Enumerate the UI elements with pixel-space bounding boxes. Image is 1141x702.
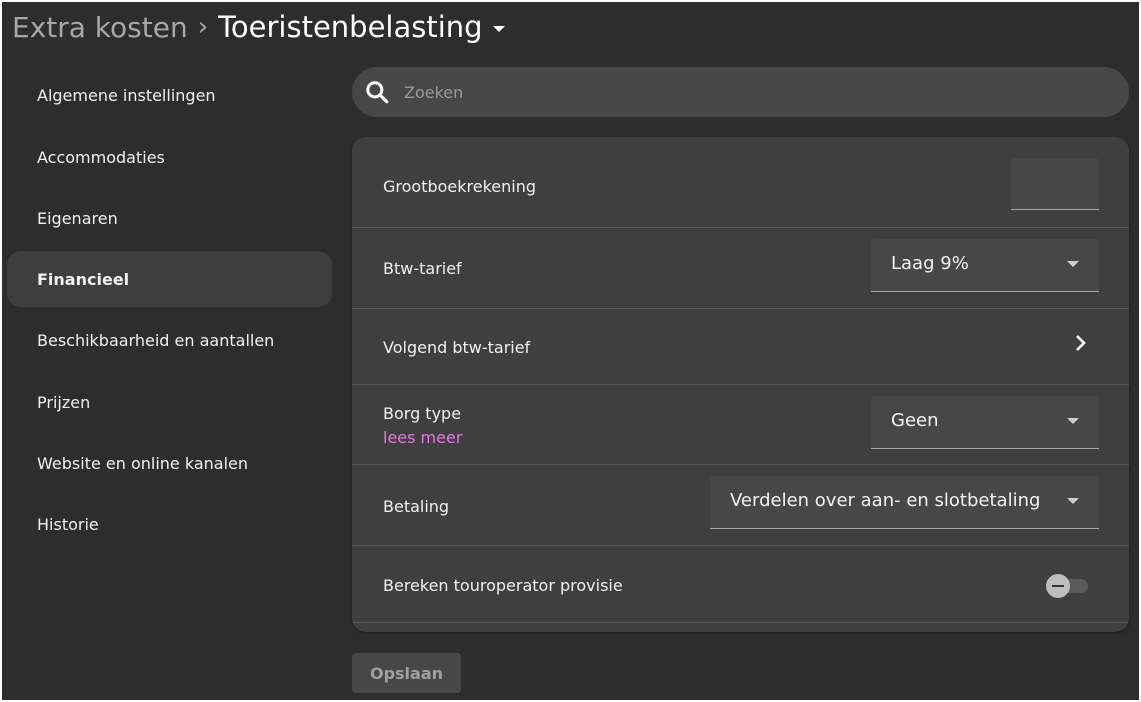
page-title[interactable]: Toeristenbelasting (218, 10, 482, 44)
chevron-down-icon[interactable] (492, 25, 505, 32)
sidebar-item-algemene-instellingen[interactable]: Algemene instellingen (7, 67, 332, 123)
sidebar-item-label: Prijzen (37, 392, 91, 412)
sidebar-item-website[interactable]: Website en online kanalen (7, 435, 332, 491)
ledger-field[interactable] (1011, 158, 1099, 210)
chevron-down-icon (1067, 261, 1079, 267)
commission-toggle[interactable] (1046, 572, 1096, 600)
sidebar-item-label: Eigenaren (37, 208, 118, 228)
sidebar-item-label: Accommodaties (37, 147, 165, 167)
ledger-row: Grootboekrekening (352, 137, 1129, 228)
payment-select[interactable]: Verdelen over aan- en slotbetaling (710, 476, 1099, 529)
sidebar-item-historie[interactable]: Historie (7, 496, 332, 552)
deposit-select-value: Geen (891, 410, 939, 431)
sidebar-item-accommodaties[interactable]: Accommodaties (7, 129, 332, 185)
sidebar-item-prijzen[interactable]: Prijzen (7, 374, 332, 430)
breadcrumb-parent[interactable]: Extra kosten (12, 11, 188, 44)
sidebar-item-label: Financieel (37, 269, 130, 289)
payment-select-value: Verdelen over aan- en slotbetaling (730, 490, 1041, 511)
ledger-label: Grootboekrekening (383, 177, 537, 196)
chevron-right-icon[interactable] (1074, 334, 1088, 352)
deposit-label: Borg type (383, 404, 462, 423)
sidebar-item-label: Beschikbaarheid en aantallen (37, 330, 275, 350)
toggle-off-icon (1046, 574, 1070, 598)
settings-card: Grootboekrekening Btw-tarief Laag 9% Vol… (352, 137, 1129, 632)
next-vat-row[interactable]: Volgend btw-tarief (352, 309, 1129, 385)
vat-select-value: Laag 9% (891, 253, 969, 274)
payment-row: Betaling Verdelen over aan- en slotbetal… (352, 465, 1129, 546)
read-more-link[interactable]: lees meer (383, 428, 462, 447)
search-bar[interactable] (352, 67, 1129, 117)
sidebar-item-label: Algemene instellingen (37, 85, 216, 105)
search-icon (366, 81, 389, 104)
sidebar-item-eigenaren[interactable]: Eigenaren (7, 190, 332, 246)
commission-row: Bereken touroperator provisie (352, 546, 1129, 623)
sidebar-item-beschikbaarheid[interactable]: Beschikbaarheid en aantallen (7, 312, 332, 368)
sidebar-item-financieel[interactable]: Financieel (7, 251, 332, 307)
vat-row: Btw-tarief Laag 9% (352, 228, 1129, 309)
vat-select[interactable]: Laag 9% (871, 239, 1099, 292)
breadcrumb: Extra kosten › Toeristenbelasting (12, 6, 505, 48)
sidebar-item-label: Website en online kanalen (37, 453, 248, 473)
chevron-down-icon (1067, 498, 1079, 504)
next-vat-label: Volgend btw-tarief (383, 338, 531, 357)
save-button[interactable]: Opslaan (352, 653, 461, 693)
search-input[interactable] (402, 81, 1106, 103)
deposit-row: Borg type lees meer Geen (352, 385, 1129, 465)
vat-label: Btw-tarief (383, 259, 462, 278)
chevron-down-icon (1067, 418, 1079, 424)
commission-label: Bereken touroperator provisie (383, 576, 623, 595)
sidebar-item-label: Historie (37, 514, 99, 534)
payment-label: Betaling (383, 497, 450, 516)
deposit-select[interactable]: Geen (871, 396, 1099, 449)
app-window: Extra kosten › Toeristenbelasting Algeme… (2, 2, 1139, 700)
breadcrumb-separator: › (197, 12, 209, 42)
